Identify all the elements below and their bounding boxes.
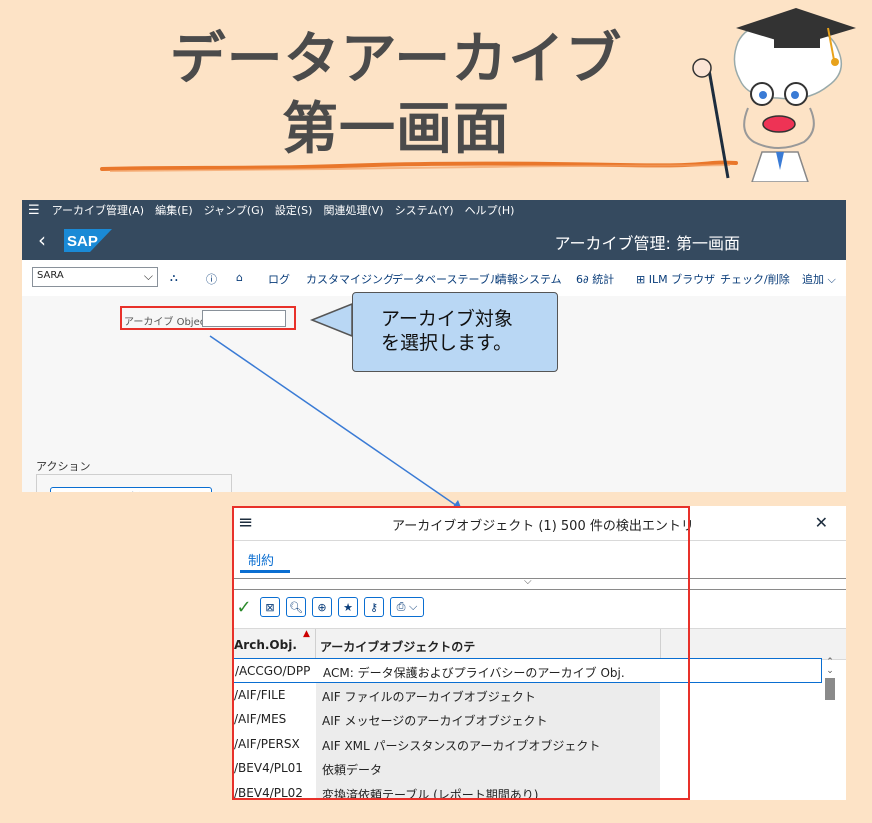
search-icon[interactable]: 🔍︎	[286, 597, 306, 617]
menu-goto[interactable]: ジャンプ(G)	[204, 202, 264, 218]
close-icon[interactable]: ✕	[815, 513, 828, 532]
info-system-button[interactable]: 情報システム	[496, 271, 562, 287]
write-icon: ⊟	[113, 492, 121, 493]
write-button[interactable]: ⊟書込	[50, 487, 212, 492]
action-section-label: アクション	[36, 460, 91, 473]
hamburger-menu-icon[interactable]: ≡	[238, 512, 253, 533]
instruction-callout: アーカイブ対象 を選択します。	[352, 292, 558, 372]
column-description[interactable]: アーカイブオブジェクトのテ	[320, 638, 475, 655]
cancel-icon[interactable]: ⊠	[260, 597, 280, 617]
table-row[interactable]: /ACCGO/DPP ACM: データ保護およびプライバシーのアーカイブ Obj.	[232, 658, 822, 683]
column-arch-obj[interactable]: Arch.Obj.	[234, 638, 297, 652]
menu-system[interactable]: システム(Y)	[395, 202, 454, 218]
chevron-down-icon[interactable]: ⌵	[144, 269, 153, 284]
search-help-dialog: ≡ アーカイブオブジェクト (1) 500 件の検出エントリ ✕ 制約 ⌵ ✓ …	[232, 506, 846, 800]
back-icon[interactable]: ‹	[38, 228, 46, 252]
dialog-title: アーカイブオブジェクト (1) 500 件の検出エントリ	[392, 519, 694, 534]
archive-object-input[interactable]	[202, 310, 286, 327]
vertical-scrollbar[interactable]: ⌃ ⌄	[824, 658, 836, 798]
scroll-thumb[interactable]	[825, 678, 835, 700]
key-icon[interactable]: ⚷	[364, 597, 384, 617]
confirm-check-icon[interactable]: ✓	[234, 597, 254, 618]
sap-logo: SAP	[64, 229, 112, 252]
hamburger-menu-icon[interactable]: ☰	[28, 203, 40, 218]
table-row[interactable]: /AIF/FILE AIF ファイルのアーカイブオブジェクト	[232, 682, 822, 707]
column-divider	[660, 629, 661, 659]
check-delete-button[interactable]: チェック/削除	[720, 271, 790, 287]
chevron-down-icon[interactable]: ⌵	[524, 576, 532, 587]
object-label: アーカイブ Object	[124, 317, 210, 328]
dialog-header: ≡ アーカイブオブジェクト (1) 500 件の検出エントリ ✕	[232, 506, 846, 541]
professor-mascot-illustration	[692, 8, 856, 182]
menu-bar: ☰ アーカイブ管理(A) 編集(E) ジャンプ(G) 設定(S) 関連処理(V)…	[22, 200, 846, 220]
shell-bar: ‹ SAP アーカイブ管理: 第一画面	[22, 220, 846, 260]
tab-underline	[240, 570, 290, 573]
log-button[interactable]: ログ	[268, 271, 290, 287]
menu-help[interactable]: ヘルプ(H)	[465, 202, 515, 218]
divider	[232, 589, 846, 590]
ilm-browser-button[interactable]: ⊞ ILM ブラウザ	[636, 271, 715, 287]
menu-edit[interactable]: 編集(E)	[155, 202, 193, 218]
glasses-icon: 6∂	[576, 273, 593, 286]
table-header: Arch.Obj. ▲ アーカイブオブジェクトのテ	[232, 628, 846, 660]
callout-line-2: を選択します。	[381, 332, 513, 354]
dialog-toolbar: ✓ ⊠ 🔍︎ ⊕ ★ ⚷ ⎙ ⌵	[234, 594, 430, 620]
screen-title: アーカイブ管理: 第一画面	[554, 234, 740, 253]
print-dropdown-icon[interactable]: ⎙ ⌵	[390, 597, 424, 617]
divider	[232, 578, 846, 579]
svg-text:SAP: SAP	[67, 233, 98, 250]
table-row[interactable]: /AIF/PERSX AIF XML パーシスタンスのアーカイブオブジェクト	[232, 731, 822, 756]
sort-asc-icon: ▲	[303, 629, 310, 639]
table-row[interactable]: /BEV4/PL01 依頼データ	[232, 756, 822, 781]
transaction-code-field[interactable]: SARA ⌵	[32, 267, 158, 287]
stats-button[interactable]: 6∂ 統計	[576, 271, 614, 287]
briefcase-icon[interactable]: ⌂	[236, 271, 243, 284]
db-tables-button[interactable]: データベーステーブル	[392, 271, 501, 287]
callout-line-1: アーカイブ対象	[381, 308, 513, 330]
table-row[interactable]: /AIF/MES AIF メッセージのアーカイブオブジェクト	[232, 707, 822, 732]
result-list: /ACCGO/DPP ACM: データ保護およびプライバシーのアーカイブ Obj.…	[232, 658, 822, 800]
favorite-add-icon[interactable]: ★	[338, 597, 358, 617]
menu-settings[interactable]: 設定(S)	[275, 202, 313, 218]
table-row[interactable]: /BEV4/PL02 変換済依頼テーブル (レポート期間あり)	[232, 780, 822, 800]
tree-icon: ⊞	[636, 273, 649, 286]
more-button[interactable]: 追加 ⌵	[802, 271, 836, 287]
customizing-button[interactable]: カスタマイジング	[306, 271, 394, 287]
hierarchy-icon[interactable]: ⛬	[170, 271, 178, 285]
search-plus-icon[interactable]: ⊕	[312, 597, 332, 617]
scroll-down-icon[interactable]: ⌄	[824, 667, 836, 676]
menu-related[interactable]: 関連処理(V)	[323, 202, 383, 218]
brush-stroke-decoration	[100, 160, 738, 172]
tab-restrictions[interactable]: 制約	[248, 550, 274, 569]
info-icon[interactable]: ⓘ	[206, 271, 217, 287]
menu-archive[interactable]: アーカイブ管理(A)	[52, 202, 144, 218]
column-divider	[315, 629, 316, 659]
